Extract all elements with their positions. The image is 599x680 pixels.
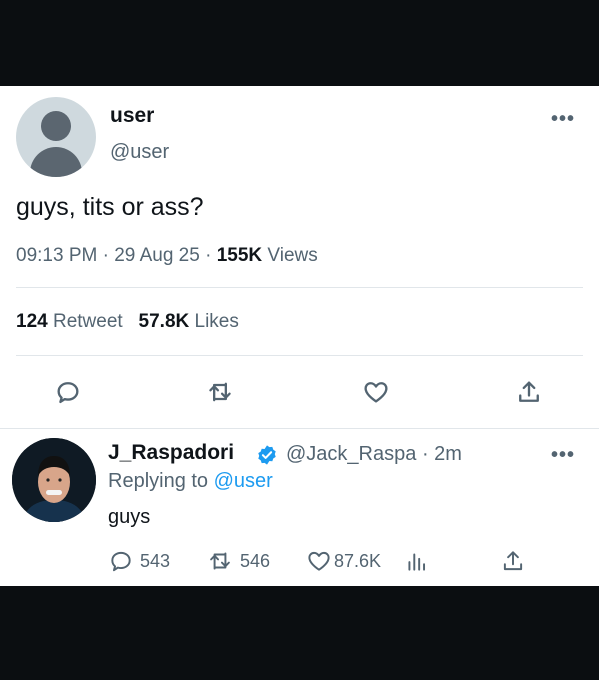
like-icon [308,551,330,571]
reply-button[interactable] [48,372,88,412]
reply-icon [111,551,131,572]
engagement-stats: 124 Retweet 57.8K Likes [16,311,239,333]
divider [16,287,583,288]
retweet-button[interactable] [200,372,240,412]
display-name[interactable]: user [110,104,154,128]
divider [0,428,599,429]
avatar[interactable] [16,97,96,177]
views-count: 155K [216,245,263,266]
reply-icon [57,382,79,404]
retweet-count: 546 [240,550,271,571]
reply-retweet-button[interactable]: 546 [206,548,270,574]
like-count: 87.6K [334,550,382,571]
like-icon [364,382,388,403]
reply-display-name[interactable]: J_Raspadori [108,441,234,465]
views-label: Views [267,245,318,266]
replying-prefix: Replying to [108,470,209,492]
reply-text: guys [108,506,151,528]
retweets-count[interactable]: 124 [16,311,48,332]
avatar-head-shape [41,111,71,141]
separator: · [205,245,212,266]
reply-age[interactable]: 2m [434,443,462,465]
replying-to-link[interactable]: @user [214,470,273,492]
share-icon [519,381,539,402]
tweet-text: guys, tits or ass? [16,193,204,221]
tweet-card [0,86,599,586]
more-icon[interactable]: ••• [551,444,575,467]
separator: · [421,443,429,465]
views-icon [408,553,426,571]
likes-count[interactable]: 57.8K [139,311,190,332]
reply-avatar-image [12,438,96,522]
more-icon[interactable]: ••• [551,108,575,131]
reply-reply-button[interactable]: 543 [108,548,170,574]
reply-share-button[interactable] [500,548,526,574]
separator: · [102,245,109,266]
tweet-date[interactable]: 29 Aug 25 [114,245,200,266]
replying-to: Replying to @user [108,470,273,493]
retweets-label[interactable]: Retweet [53,311,123,332]
share-icon [503,551,523,571]
reply-count: 543 [140,550,171,571]
verified-icon [258,445,276,465]
retweet-icon [210,552,230,570]
retweet-icon [209,382,231,402]
avatar-body-shape [30,147,82,177]
views-button[interactable] [404,548,430,574]
reply-like-button[interactable]: 87.6K [306,548,381,574]
tweet-meta: 09:13 PM · 29 Aug 25 · 155K Views [16,245,318,267]
divider [16,355,583,356]
like-button[interactable] [356,372,396,412]
likes-label[interactable]: Likes [195,311,239,332]
reply-avatar[interactable] [12,438,96,522]
user-handle[interactable]: @user [110,141,169,164]
reply-handle-line: @Jack_Raspa · 2m [286,443,462,466]
reply-handle[interactable]: @Jack_Raspa [286,443,416,465]
tweet-time[interactable]: 09:13 PM [16,245,97,266]
share-button[interactable] [509,372,549,412]
tweet-actions [0,372,599,412]
